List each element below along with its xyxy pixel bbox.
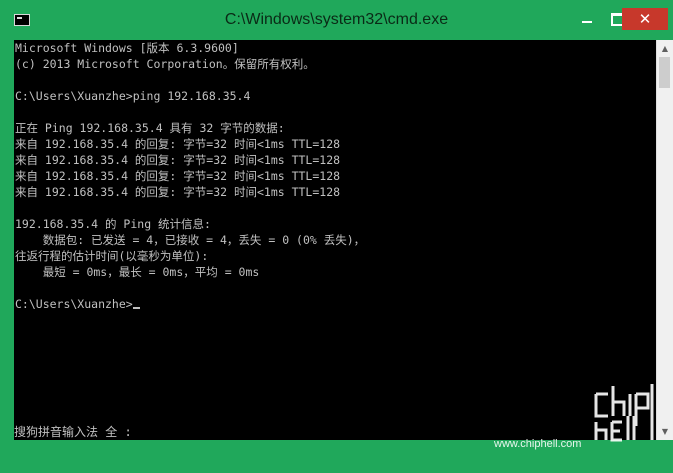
vertical-scrollbar[interactable]: ▲ ▼ (656, 40, 673, 440)
console-line: 往返行程的估计时间(以毫秒为单位): (15, 249, 209, 263)
cmd-window: C:\Windows\system32\cmd.exe ✕ Microsoft … (0, 0, 673, 473)
console-line: C:\Users\Xuanzhe>ping 192.168.35.4 (15, 89, 251, 103)
title-bar[interactable]: C:\Windows\system32\cmd.exe ✕ (0, 0, 673, 40)
watermark-url: www.chiphell.com (494, 438, 582, 450)
close-icon: ✕ (638, 10, 652, 28)
chiphell-watermark-logo (594, 384, 654, 442)
console-line: (c) 2013 Microsoft Corporation。保留所有权利。 (15, 57, 315, 71)
console-line: 数据包: 已发送 = 4，已接收 = 4，丢失 = 0 (0% 丢失)， (15, 233, 366, 247)
console-line: 192.168.35.4 的 Ping 统计信息: (15, 217, 211, 231)
scroll-thumb[interactable] (659, 57, 670, 88)
console-line: 来自 192.168.35.4 的回复: 字节=32 时间<1ms TTL=12… (15, 137, 341, 151)
minimize-button[interactable] (570, 8, 604, 30)
console-line: 来自 192.168.35.4 的回复: 字节=32 时间<1ms TTL=12… (15, 153, 341, 167)
prompt-text: C:\Users\Xuanzhe> (15, 297, 133, 311)
ime-status-bar[interactable]: 搜狗拼音输入法 全 : (14, 424, 132, 440)
console-line: 最短 = 0ms，最长 = 0ms，平均 = 0ms (15, 265, 260, 279)
prompt-line[interactable]: C:\Users\Xuanzhe> (15, 296, 365, 312)
console-line: 来自 192.168.35.4 的回复: 字节=32 时间<1ms TTL=12… (15, 185, 341, 199)
close-button[interactable]: ✕ (622, 8, 668, 30)
console-output[interactable]: Microsoft Windows [版本 6.3.9600] (c) 2013… (14, 40, 656, 440)
text-cursor (132, 307, 140, 309)
console-line: 正在 Ping 192.168.35.4 具有 32 字节的数据: (15, 121, 285, 135)
console-line: Microsoft Windows [版本 6.3.9600] (15, 41, 239, 55)
console-lines: Microsoft Windows [版本 6.3.9600] (c) 2013… (15, 40, 365, 312)
console-line: 来自 192.168.35.4 的回复: 字节=32 时间<1ms TTL=12… (15, 169, 341, 183)
scroll-up-arrow-icon[interactable]: ▲ (657, 40, 673, 57)
